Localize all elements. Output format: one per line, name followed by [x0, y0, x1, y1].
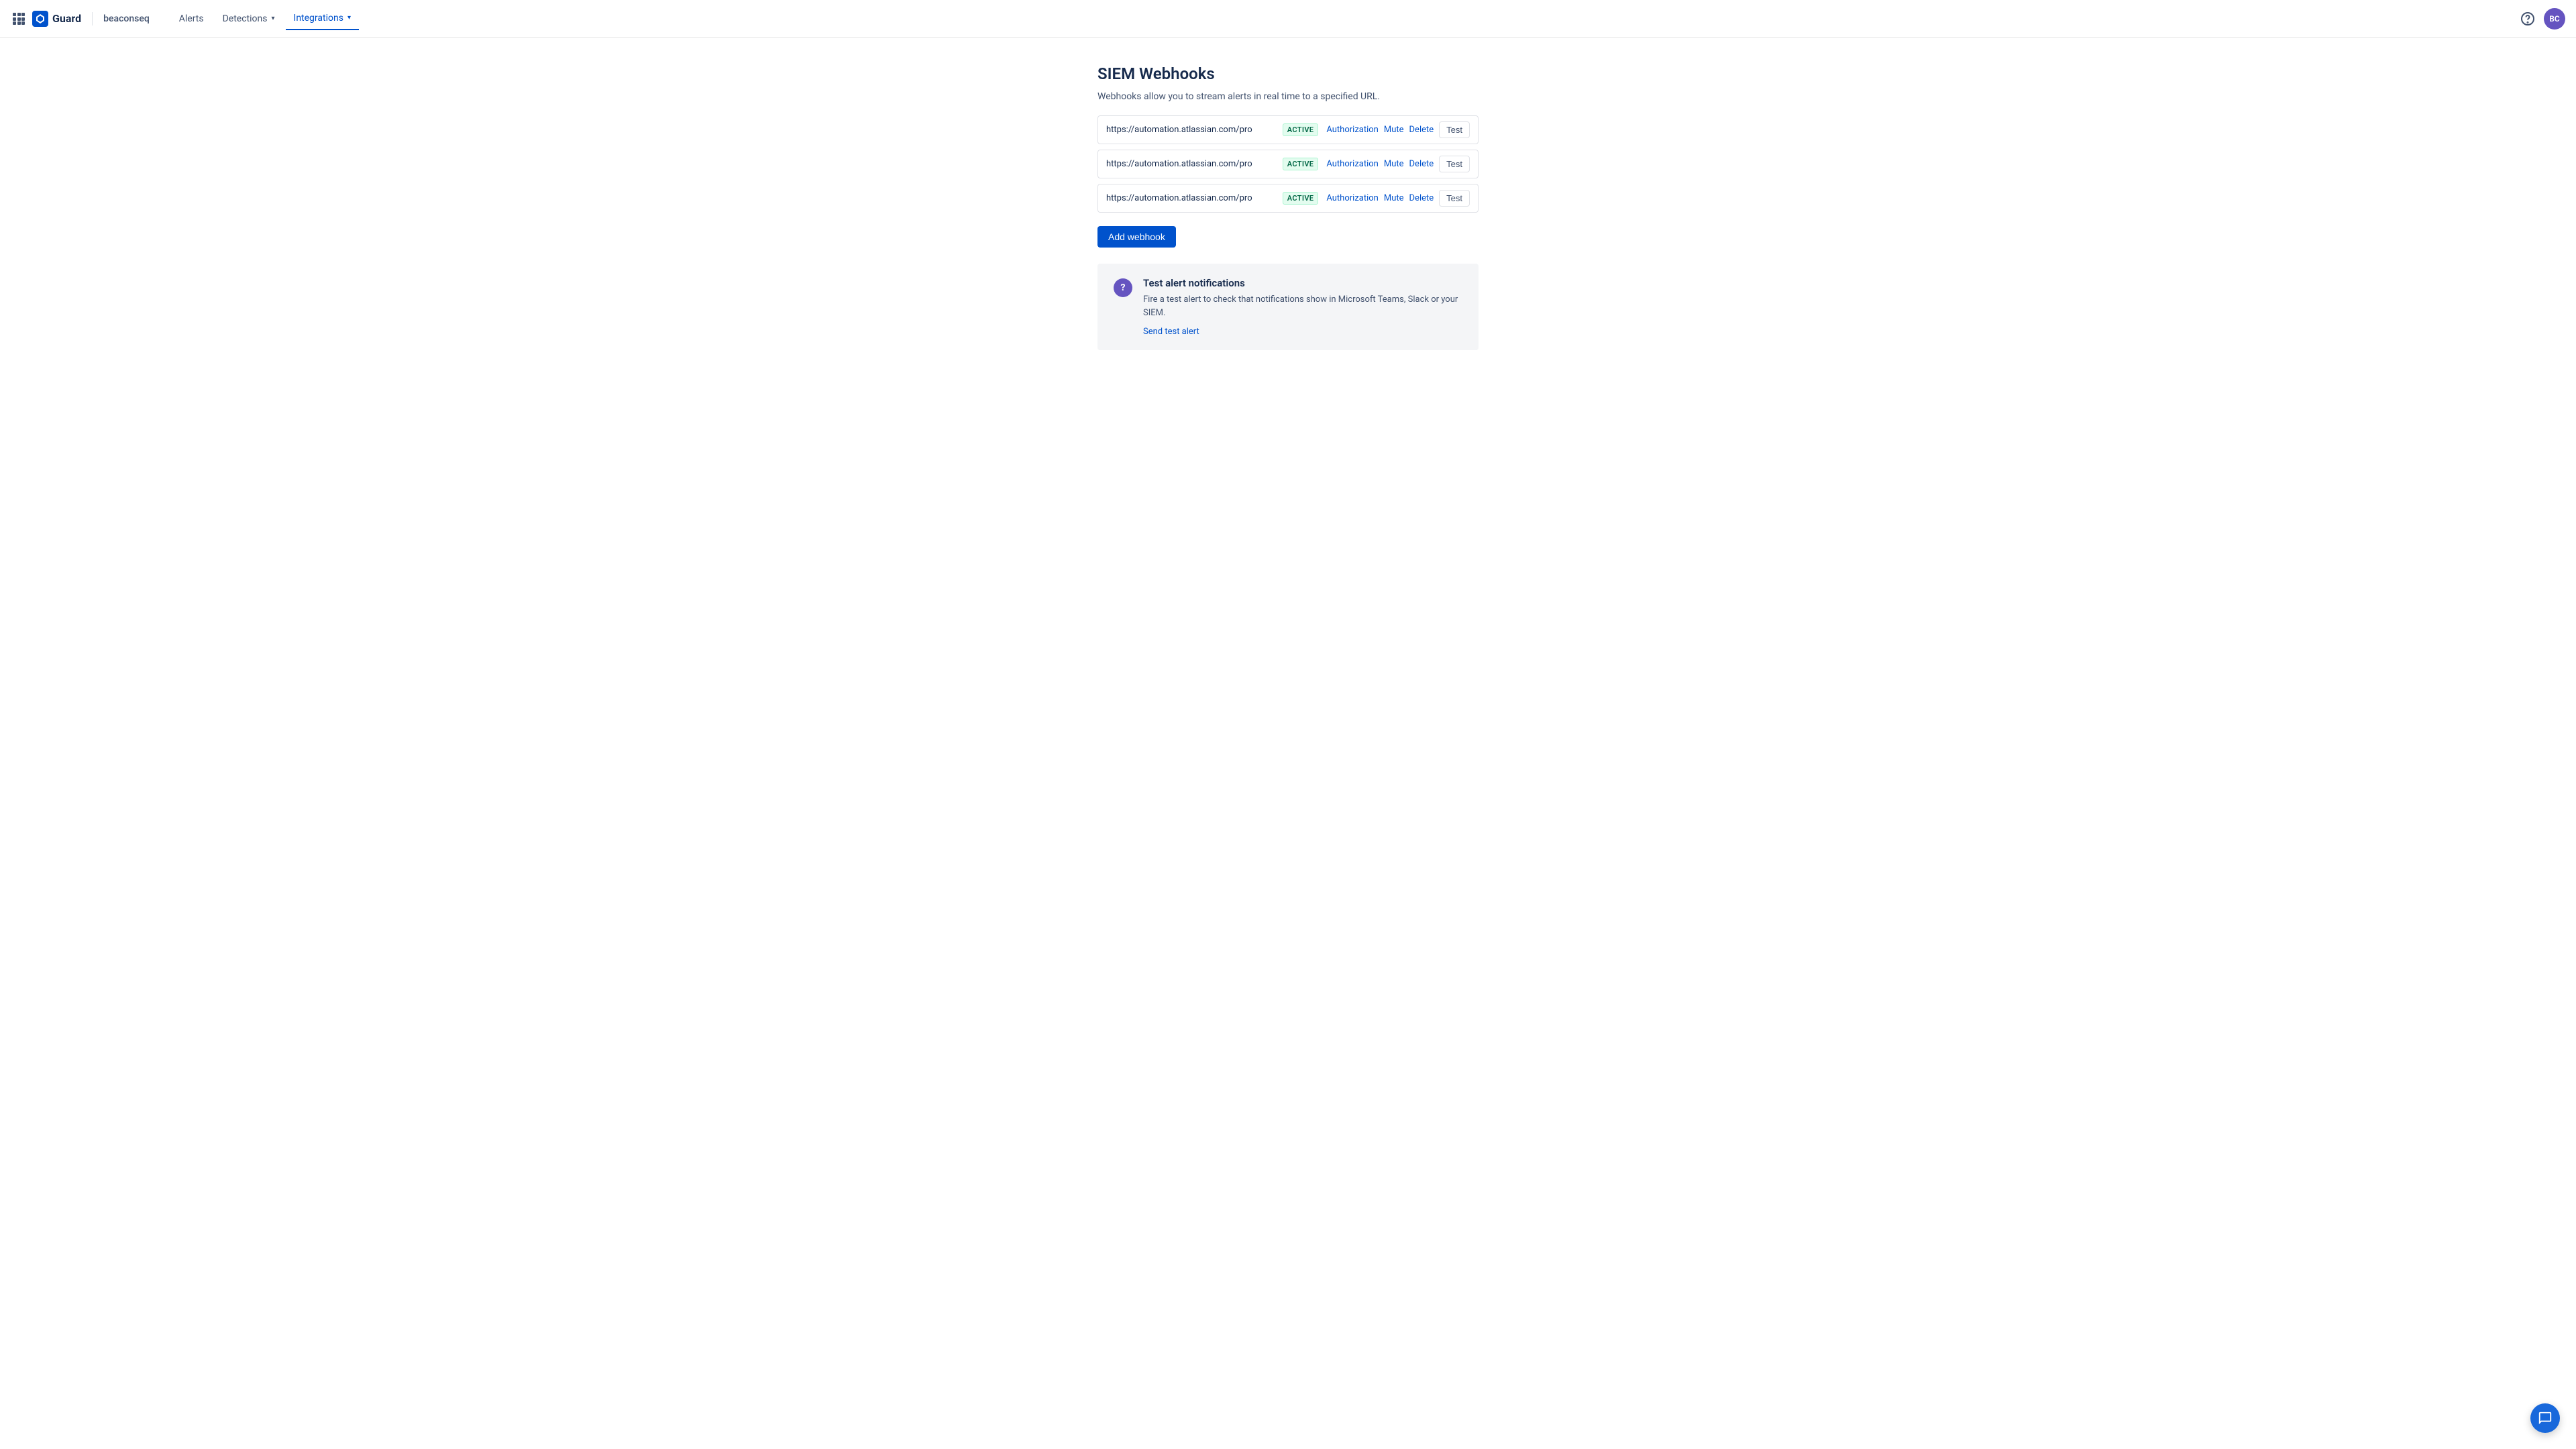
test-button-3[interactable]: Test: [1439, 190, 1470, 207]
brand-logo: [32, 11, 48, 27]
authorization-link-1[interactable]: Authorization: [1326, 125, 1379, 135]
webhook-url-1: https://automation.atlassian.com/pro: [1106, 125, 1275, 135]
test-alert-icon: ?: [1114, 278, 1132, 297]
nav-link-alerts[interactable]: Alerts: [171, 8, 212, 30]
chat-widget[interactable]: [2530, 1403, 2560, 1433]
brand-name: Guard: [52, 12, 81, 25]
help-button[interactable]: [2517, 8, 2538, 30]
webhook-row: https://automation.atlassian.com/pro ACT…: [1097, 115, 1479, 144]
webhook-status-3: ACTIVE: [1283, 192, 1319, 205]
add-webhook-button[interactable]: Add webhook: [1097, 226, 1176, 248]
mute-link-1[interactable]: Mute: [1384, 125, 1404, 135]
webhook-actions-1: Authorization Mute Delete Test: [1326, 121, 1470, 138]
webhook-status-1: ACTIVE: [1283, 123, 1319, 136]
mute-link-2[interactable]: Mute: [1384, 159, 1404, 169]
authorization-link-3[interactable]: Authorization: [1326, 193, 1379, 203]
webhook-url-3: https://automation.atlassian.com/pro: [1106, 193, 1275, 203]
test-alert-title: Test alert notifications: [1143, 277, 1462, 289]
integrations-chevron-icon: ▾: [347, 14, 351, 21]
delete-link-2[interactable]: Delete: [1409, 159, 1434, 169]
mute-link-3[interactable]: Mute: [1384, 193, 1404, 203]
page-description: Webhooks allow you to stream alerts in r…: [1097, 91, 1479, 102]
nav-left: Guard beaconseq Alerts Detections ▾ Inte…: [11, 7, 359, 30]
webhook-list: https://automation.atlassian.com/pro ACT…: [1097, 115, 1479, 213]
user-avatar[interactable]: BC: [2544, 8, 2565, 30]
nav-divider: [92, 12, 93, 25]
webhook-row: https://automation.atlassian.com/pro ACT…: [1097, 184, 1479, 213]
nav-right: BC: [2517, 8, 2565, 30]
delete-link-3[interactable]: Delete: [1409, 193, 1434, 203]
navbar: Guard beaconseq Alerts Detections ▾ Inte…: [0, 0, 2576, 38]
test-button-1[interactable]: Test: [1439, 121, 1470, 138]
nav-brand[interactable]: Guard: [32, 11, 81, 27]
authorization-link-2[interactable]: Authorization: [1326, 159, 1379, 169]
test-alert-description: Fire a test alert to check that notifica…: [1143, 293, 1462, 319]
apps-icon[interactable]: [11, 11, 27, 27]
detections-chevron-icon: ▾: [271, 15, 274, 22]
test-button-2[interactable]: Test: [1439, 156, 1470, 172]
page-title: SIEM Webhooks: [1097, 64, 1479, 83]
nav-link-detections[interactable]: Detections ▾: [215, 8, 283, 30]
nav-link-integrations[interactable]: Integrations ▾: [286, 7, 359, 30]
webhook-row: https://automation.atlassian.com/pro ACT…: [1097, 150, 1479, 178]
delete-link-1[interactable]: Delete: [1409, 125, 1434, 135]
webhook-url-2: https://automation.atlassian.com/pro: [1106, 159, 1275, 169]
main-content: SIEM Webhooks Webhooks allow you to stre…: [0, 38, 2576, 377]
webhook-status-2: ACTIVE: [1283, 158, 1319, 170]
test-alert-content: Test alert notifications Fire a test ale…: [1143, 277, 1462, 337]
webhook-actions-3: Authorization Mute Delete Test: [1326, 190, 1470, 207]
test-alert-box: ? Test alert notifications Fire a test a…: [1097, 264, 1479, 350]
nav-links: Alerts Detections ▾ Integrations ▾: [171, 7, 359, 30]
nav-workspace: beaconseq: [103, 13, 150, 24]
webhook-actions-2: Authorization Mute Delete Test: [1326, 156, 1470, 172]
content-wrapper: SIEM Webhooks Webhooks allow you to stre…: [1087, 64, 1489, 350]
send-test-alert-link[interactable]: Send test alert: [1143, 327, 1199, 337]
